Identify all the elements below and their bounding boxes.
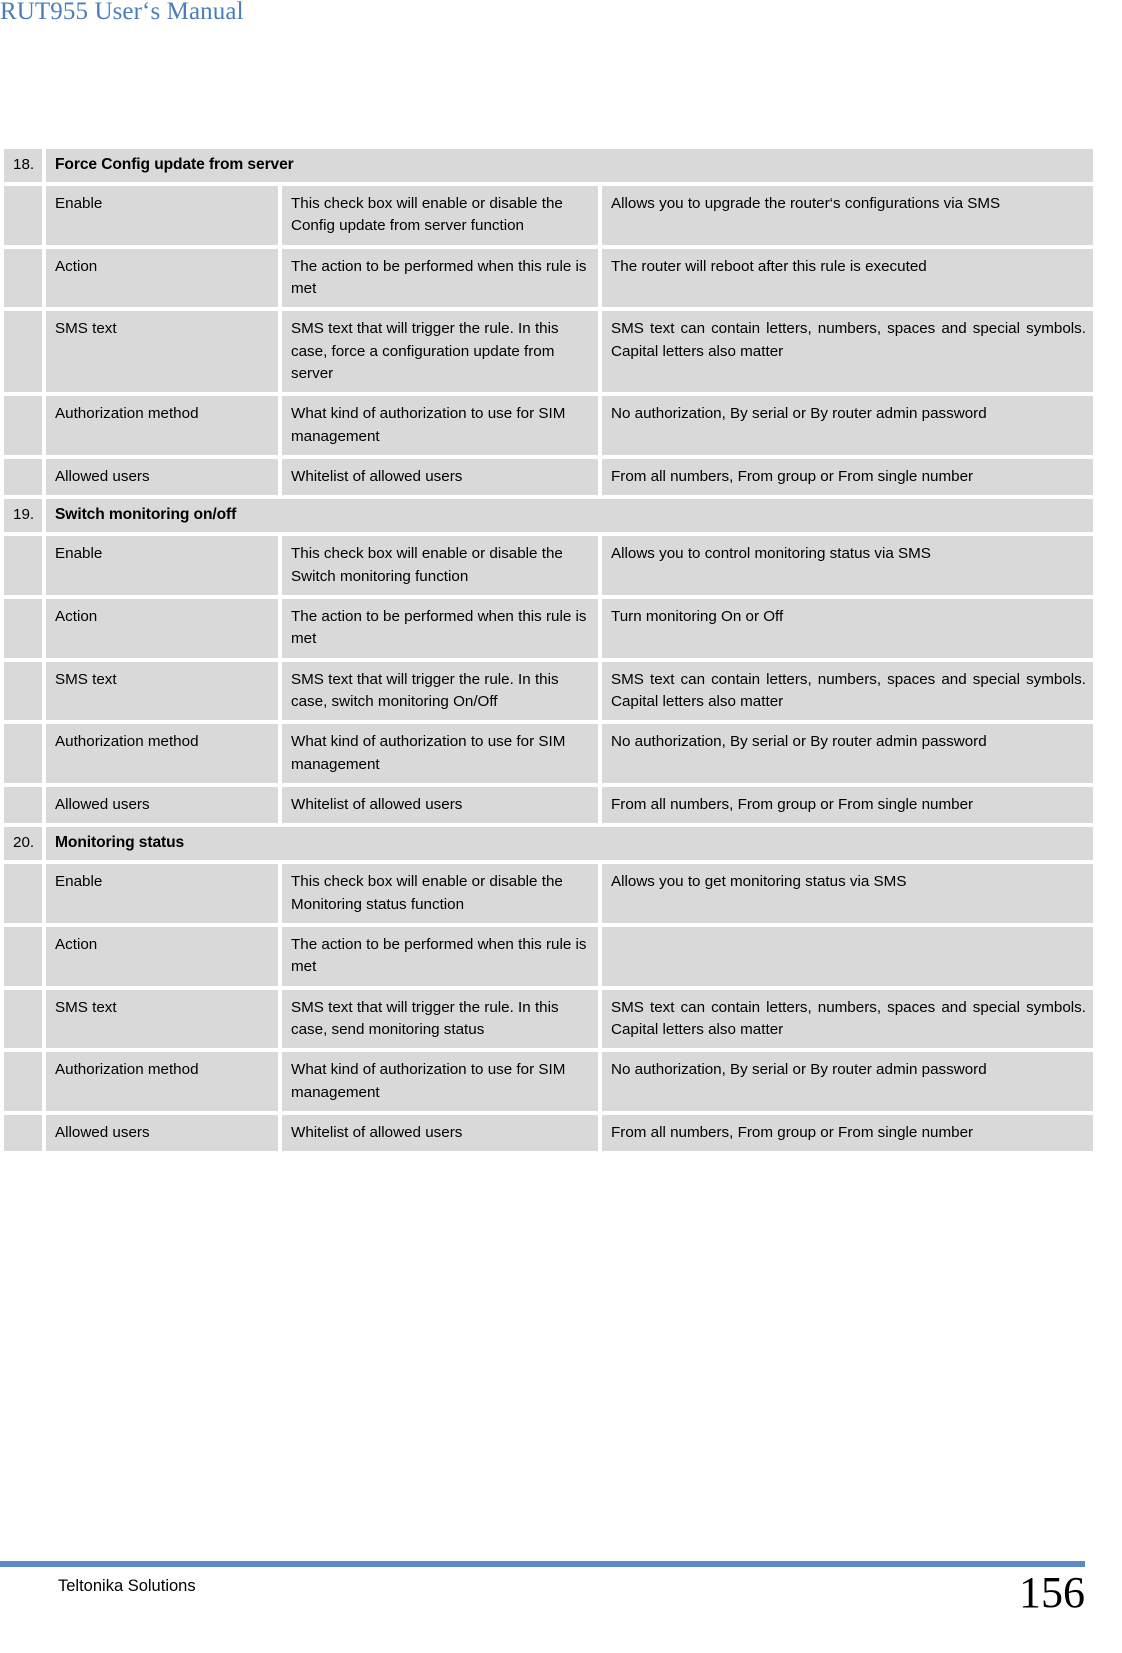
field-description-cell: What kind of authorization to use for SI… <box>282 1052 598 1112</box>
footer-page-number: 156 <box>1019 1568 1085 1617</box>
section-number: 19. <box>4 499 42 533</box>
row-number-spacer <box>4 459 42 496</box>
field-name-cell: Allowed users <box>46 787 278 824</box>
field-description-cell: SMS text that will trigger the rule. In … <box>282 661 598 721</box>
section-number: 18. <box>4 149 42 182</box>
section-title: Monitoring status <box>46 827 1093 861</box>
field-name-cell: Enable <box>46 864 278 923</box>
page-content: 18. Force Config update from server Enabl… <box>0 145 1122 1155</box>
table-row: Action The action to be performed when th… <box>4 248 1093 308</box>
field-description-cell: This check box will enable or disable th… <box>282 864 598 923</box>
field-description-cell: This check box will enable or disable th… <box>282 536 598 595</box>
row-number-spacer <box>4 536 42 595</box>
field-value-cell: SMS text can contain letters, numbers, s… <box>602 661 1093 721</box>
field-value-cell: Turn monitoring On or Off <box>602 598 1093 658</box>
table-body: 18. Force Config update from server Enabl… <box>4 149 1093 1152</box>
table-row: Allowed users Whitelist of allowed users F… <box>4 459 1093 496</box>
field-value-cell: Allows you to upgrade the router‘s confi… <box>602 185 1093 245</box>
document-title: RUT955 User‘s Manual <box>0 0 244 25</box>
field-value-cell: Allows you to control monitoring status … <box>602 536 1093 595</box>
document-footer: Teltonika Solutions 156 <box>0 1561 1122 1653</box>
table-row: Authorization method What kind of authori… <box>4 396 1093 456</box>
field-description-cell: The action to be performed when this rul… <box>282 926 598 986</box>
field-description-cell: What kind of authorization to use for SI… <box>282 724 598 784</box>
field-description-cell: Whitelist of allowed users <box>282 1115 598 1152</box>
field-name-cell: Allowed users <box>46 459 278 496</box>
field-value-cell <box>602 926 1093 986</box>
sms-configuration-table: 18. Force Config update from server Enabl… <box>0 145 1097 1155</box>
field-name-cell: SMS text <box>46 661 278 721</box>
field-description-cell: SMS text that will trigger the rule. In … <box>282 989 598 1049</box>
row-number-spacer <box>4 926 42 986</box>
row-number-spacer <box>4 185 42 245</box>
table-row: Allowed users Whitelist of allowed users F… <box>4 787 1093 824</box>
field-name-cell: SMS text <box>46 989 278 1049</box>
table-row: Enable This check box will enable or disa… <box>4 536 1093 595</box>
footer-divider <box>0 1561 1085 1567</box>
field-value-cell: Allows you to get monitoring status via … <box>602 864 1093 923</box>
row-number-spacer <box>4 989 42 1049</box>
row-number-spacer <box>4 311 42 393</box>
field-name-cell: SMS text <box>46 311 278 393</box>
field-value-cell: From all numbers, From group or From sin… <box>602 459 1093 496</box>
field-value-cell: SMS text can contain letters, numbers, s… <box>602 989 1093 1049</box>
field-value-cell: The router will reboot after this rule i… <box>602 248 1093 308</box>
table-section-header-row: 20. Monitoring status <box>4 827 1093 861</box>
field-description-cell: Whitelist of allowed users <box>282 787 598 824</box>
field-description-cell: What kind of authorization to use for SI… <box>282 396 598 456</box>
table-section-header-row: 18. Force Config update from server <box>4 149 1093 182</box>
field-value-cell: No authorization, By serial or By router… <box>602 1052 1093 1112</box>
table-row: Allowed users Whitelist of allowed users F… <box>4 1115 1093 1152</box>
table-row: SMS text SMS text that will trigger the r… <box>4 989 1093 1049</box>
table-row: SMS text SMS text that will trigger the r… <box>4 311 1093 393</box>
footer-company-name: Teltonika Solutions <box>58 1577 196 1595</box>
field-value-cell: No authorization, By serial or By router… <box>602 396 1093 456</box>
table-row: Enable This check box will enable or disa… <box>4 864 1093 923</box>
table-row: Action The action to be performed when th… <box>4 926 1093 986</box>
row-number-spacer <box>4 724 42 784</box>
row-number-spacer <box>4 1115 42 1152</box>
table-row: Action The action to be performed when th… <box>4 598 1093 658</box>
section-title: Switch monitoring on/off <box>46 499 1093 533</box>
field-name-cell: Enable <box>46 536 278 595</box>
field-value-cell: No authorization, By serial or By router… <box>602 724 1093 784</box>
field-name-cell: Allowed users <box>46 1115 278 1152</box>
table-row: SMS text SMS text that will trigger the r… <box>4 661 1093 721</box>
field-name-cell: Action <box>46 926 278 986</box>
field-description-cell: This check box will enable or disable th… <box>282 185 598 245</box>
field-name-cell: Authorization method <box>46 396 278 456</box>
section-number: 20. <box>4 827 42 861</box>
field-name-cell: Action <box>46 598 278 658</box>
table-section-header-row: 19. Switch monitoring on/off <box>4 499 1093 533</box>
field-name-cell: Action <box>46 248 278 308</box>
row-number-spacer <box>4 864 42 923</box>
document-header: RUT955 User‘s Manual <box>0 0 1122 40</box>
table-row: Authorization method What kind of authori… <box>4 724 1093 784</box>
field-value-cell: From all numbers, From group or From sin… <box>602 1115 1093 1152</box>
field-description-cell: Whitelist of allowed users <box>282 459 598 496</box>
section-title: Force Config update from server <box>46 149 1093 182</box>
row-number-spacer <box>4 396 42 456</box>
row-number-spacer <box>4 1052 42 1112</box>
row-number-spacer <box>4 598 42 658</box>
field-name-cell: Enable <box>46 185 278 245</box>
field-name-cell: Authorization method <box>46 1052 278 1112</box>
row-number-spacer <box>4 661 42 721</box>
field-description-cell: SMS text that will trigger the rule. In … <box>282 311 598 393</box>
table-row: Authorization method What kind of authori… <box>4 1052 1093 1112</box>
field-description-cell: The action to be performed when this rul… <box>282 598 598 658</box>
field-value-cell: From all numbers, From group or From sin… <box>602 787 1093 824</box>
table-row: Enable This check box will enable or disa… <box>4 185 1093 245</box>
field-value-cell: SMS text can contain letters, numbers, s… <box>602 311 1093 393</box>
field-name-cell: Authorization method <box>46 724 278 784</box>
field-description-cell: The action to be performed when this rul… <box>282 248 598 308</box>
row-number-spacer <box>4 787 42 824</box>
row-number-spacer <box>4 248 42 308</box>
